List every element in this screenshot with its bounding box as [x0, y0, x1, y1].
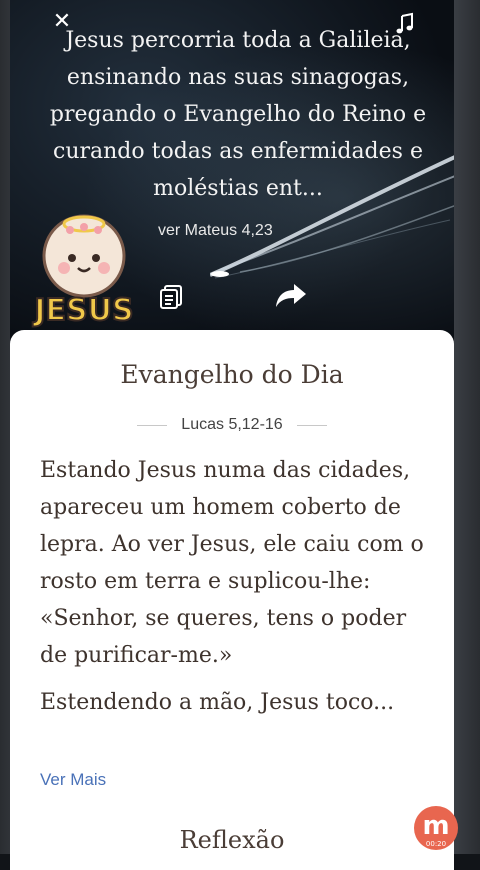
see-more-link[interactable]: Ver Mais — [40, 770, 106, 790]
screen-recorder-badge[interactable]: m 00:20 — [414, 806, 458, 850]
passage-paragraph: Estando Jesus numa das cidades, apareceu… — [40, 458, 424, 668]
recorder-logo: m — [422, 811, 450, 841]
reflection-title: Reflexão — [179, 826, 285, 854]
svg-text:JESUS: JESUS — [32, 293, 133, 328]
gospel-passage: Estando Jesus numa das cidades, apareceu… — [40, 452, 428, 721]
gospel-reference: Lucas 5,12-16 — [181, 416, 283, 433]
gospel-card: Evangelho do Dia Lucas 5,12-16 Estando J… — [10, 330, 454, 870]
right-backdrop — [454, 0, 480, 854]
recorder-time: 00:20 — [425, 840, 447, 848]
jesus-app-logo[interactable]: JESUS — [26, 212, 142, 330]
daily-verse-text: Jesus percorria toda a Galileia, ensinan… — [49, 28, 427, 201]
divider — [296, 424, 327, 426]
share-icon[interactable] — [274, 280, 308, 310]
divider — [137, 424, 168, 426]
gospel-title: Evangelho do Dia — [120, 360, 344, 389]
copy-icon[interactable] — [158, 283, 186, 311]
passage-paragraph: Estendendo a mão, Jesus toco... — [40, 690, 395, 715]
gospel-reference-row: Lucas 5,12-16 — [10, 414, 454, 436]
verse-reference[interactable]: ver Mateus 4,23 — [158, 222, 273, 240]
